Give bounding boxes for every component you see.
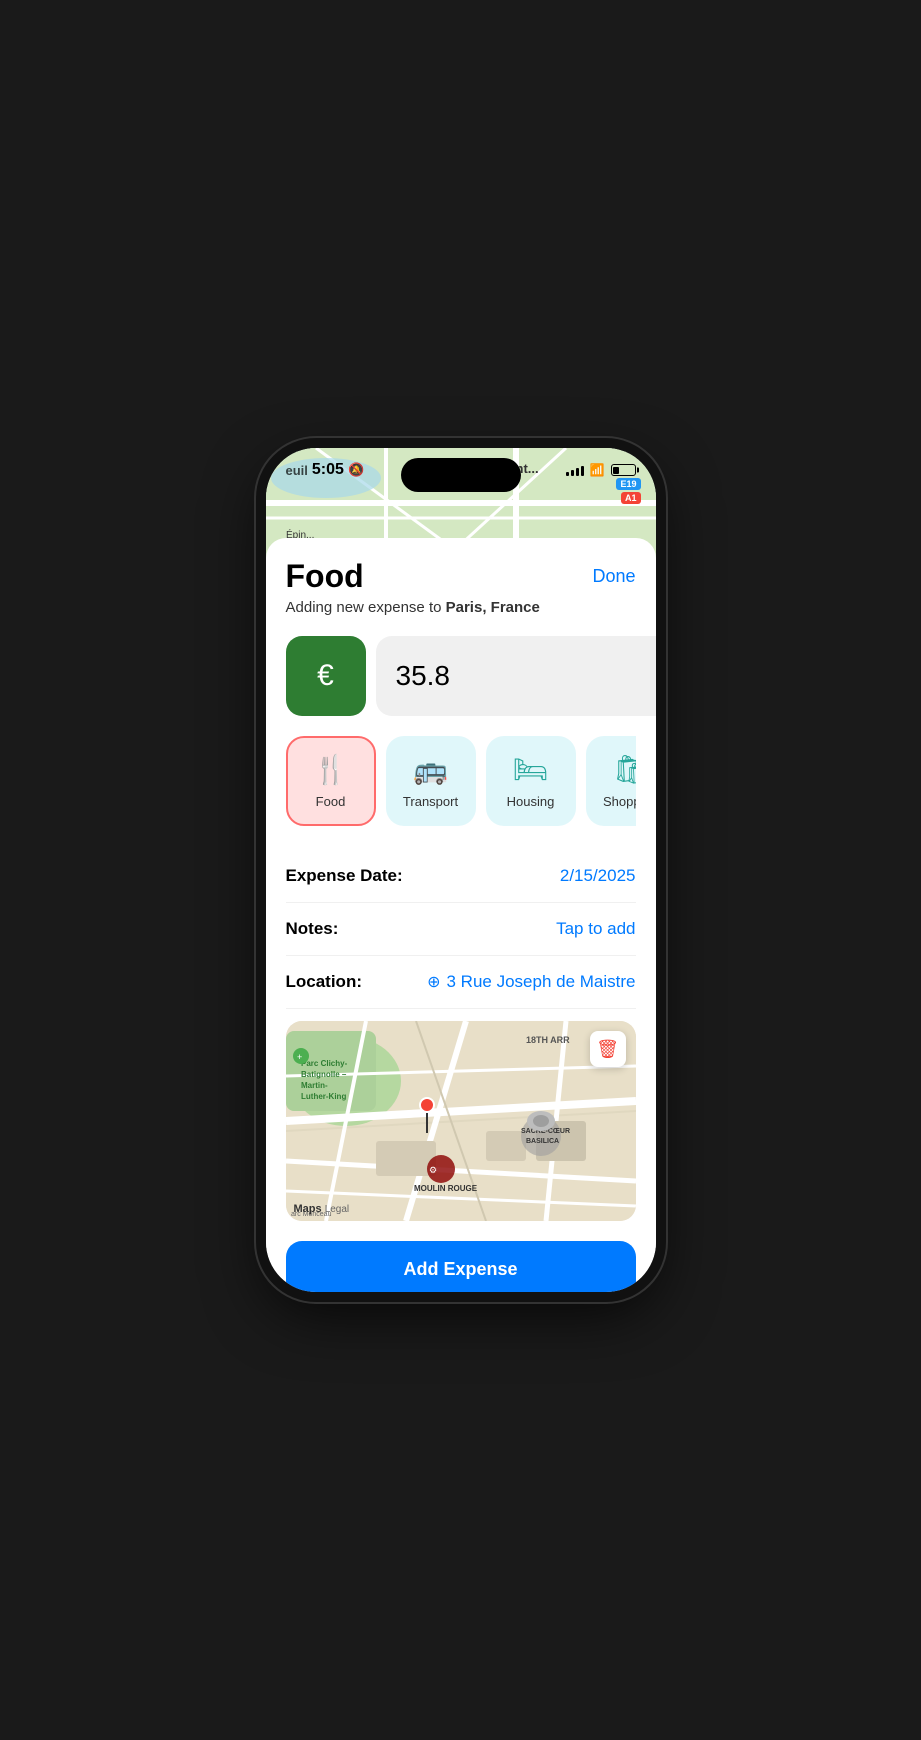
shopping-label: Shopping — [603, 794, 635, 809]
shopping-icon: 🛍 — [613, 753, 636, 786]
currency-button[interactable]: € — [286, 636, 366, 716]
notes-row: Notes: Tap to add — [286, 903, 636, 956]
subtitle: Adding new expense to Paris, France — [286, 599, 636, 616]
time-label: 5:05 — [312, 461, 344, 479]
location-pin-icon: ⊕ — [427, 972, 440, 992]
content-area: Food Done Adding new expense to Paris, F… — [266, 538, 656, 1292]
housing-label: Housing — [507, 794, 555, 809]
svg-text:⚙: ⚙ — [429, 1165, 437, 1175]
svg-text:+: + — [297, 1052, 302, 1062]
signal-bars — [566, 464, 584, 476]
transport-label: Transport — [403, 794, 458, 809]
bell-icon: 🔕 — [348, 462, 364, 478]
map-container: Parc Clichy- Batignolle – Martin- Luther… — [286, 1021, 636, 1221]
wifi-icon: 📶 — [590, 463, 605, 477]
subtitle-city: Paris, France — [446, 599, 540, 616]
category-food[interactable]: 🍴 Food — [286, 736, 376, 826]
location-label: Location: — [286, 972, 363, 992]
status-right: 📶 — [566, 463, 636, 477]
svg-text:Batignolle –: Batignolle – — [301, 1070, 347, 1079]
expense-date-label: Expense Date: — [286, 866, 403, 886]
notes-value[interactable]: Tap to add — [556, 919, 635, 939]
dynamic-island — [401, 458, 521, 492]
pin-circle — [419, 1097, 435, 1113]
transport-icon: 🚌 — [413, 753, 448, 786]
category-housing[interactable]: 🛏 Housing — [486, 736, 576, 826]
done-button[interactable]: Done — [592, 558, 635, 587]
trash-icon: 🗑 — [596, 1039, 619, 1060]
food-label: Food — [316, 794, 346, 809]
svg-text:BASILICA: BASILICA — [526, 1138, 559, 1145]
category-transport[interactable]: 🚌 Transport — [386, 736, 476, 826]
signal-bar-2 — [571, 470, 574, 476]
category-shopping[interactable]: 🛍 Shopping — [586, 736, 636, 826]
location-row: Location: ⊕ 3 Rue Joseph de Maistre — [286, 956, 636, 1009]
expense-date-row: Expense Date: 2/15/2025 — [286, 850, 636, 903]
carrier-label: euil — [286, 463, 308, 478]
svg-text:Parc Clichy-: Parc Clichy- — [301, 1059, 348, 1068]
maps-legal: Legal — [325, 1204, 349, 1215]
location-value: 3 Rue Joseph de Maistre — [447, 972, 636, 992]
delete-location-button[interactable]: 🗑 — [590, 1031, 626, 1067]
page-title: Food — [286, 558, 364, 595]
pin-stem — [426, 1113, 428, 1133]
amount-row: € — [286, 636, 636, 716]
svg-text:18TH ARR: 18TH ARR — [526, 1035, 570, 1045]
phone-frame: Épin... île des Saint... E19 A1 euil 5:0… — [266, 448, 656, 1292]
road-badge-a1: A1 — [621, 492, 641, 504]
currency-symbol: € — [317, 659, 334, 693]
svg-text:Martin-: Martin- — [301, 1081, 328, 1090]
signal-bar-3 — [576, 468, 579, 476]
map-pin — [419, 1097, 435, 1133]
status-left: euil 5:05 🔕 — [286, 461, 365, 479]
battery-fill — [613, 467, 619, 474]
category-scroll: 🍴 Food 🚌 Transport 🛏 Housing 🛍 Shopping — [286, 736, 636, 830]
signal-bar-4 — [581, 466, 584, 476]
battery-icon — [611, 464, 636, 476]
expense-date-value[interactable]: 2/15/2025 — [560, 866, 636, 886]
add-expense-button[interactable]: Add Expense — [286, 1241, 636, 1292]
signal-bar-1 — [566, 472, 569, 476]
location-value-group[interactable]: ⊕ 3 Rue Joseph de Maistre — [427, 972, 635, 992]
header-row: Food Done — [286, 558, 636, 595]
notes-label: Notes: — [286, 919, 339, 939]
maps-watermark: Maps Legal — [294, 1203, 350, 1215]
food-icon: 🍴 — [313, 753, 348, 786]
svg-text:MOULIN ROUGE: MOULIN ROUGE — [414, 1184, 478, 1193]
maps-logo: Maps — [294, 1203, 322, 1215]
amount-input[interactable] — [376, 636, 656, 716]
housing-icon: 🛏 — [513, 753, 549, 786]
svg-text:Luther-King: Luther-King — [301, 1092, 346, 1101]
